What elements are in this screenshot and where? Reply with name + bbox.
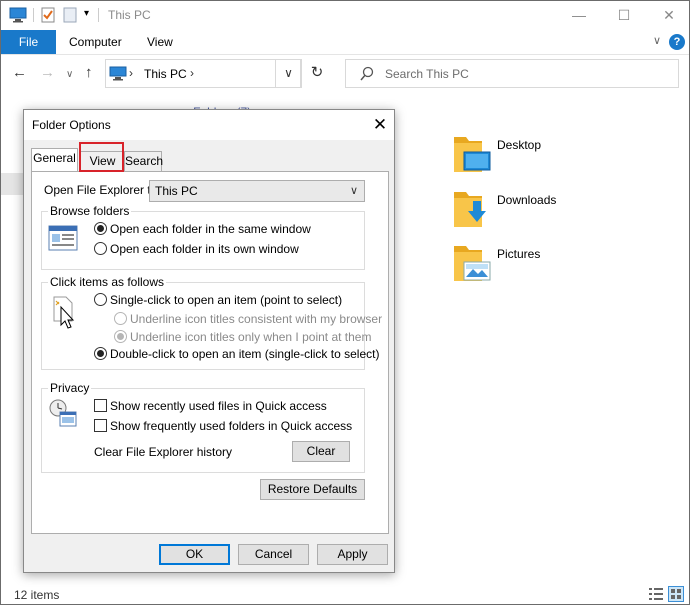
file-tab[interactable]: File [1,30,56,54]
navigation-pane-selected-item[interactable] [1,173,25,195]
open-explorer-to-value: This PC [155,184,198,198]
folder-downloads[interactable]: Downloads [452,187,682,231]
same-window-radio[interactable] [94,222,107,235]
quick-access-customize-icon[interactable]: ▾ [84,8,89,19]
restore-defaults-button[interactable]: Restore Defaults [260,479,365,500]
browse-folders-illustration-icon [48,225,78,251]
this-pc-icon [9,7,27,23]
own-window-label[interactable]: Open each folder in its own window [110,242,299,256]
click-items-title: Click items as follows [48,275,167,289]
search-box[interactable]: Search This PC [345,59,679,88]
address-chevron-icon[interactable]: › [190,66,194,80]
folder-desktop[interactable]: Desktop [452,132,682,176]
same-window-label[interactable]: Open each folder in the same window [110,222,311,236]
status-bar: 12 items [1,583,689,605]
large-icons-view-icon[interactable] [668,586,684,602]
chevron-down-icon: ∨ [349,185,358,197]
privacy-illustration-icon [49,399,77,427]
navigation-bar: ← → ∨ ↑ › This PC › ∨ ↻ Search This PC [1,55,689,92]
tab-computer[interactable]: Computer [69,30,122,54]
underline-point-label: Underline icon titles only when I point … [130,330,372,344]
single-click-radio[interactable] [94,293,107,306]
recent-files-label[interactable]: Show recently used files in Quick access [110,399,327,413]
view-tab-highlight-box [79,142,124,172]
window-title: This PC [108,8,151,22]
address-dropdown-icon[interactable]: ∨ [275,59,302,88]
address-text: This PC [144,67,187,81]
privacy-group: Privacy Show recently used files in Quic… [41,381,365,473]
tab-general[interactable]: General [31,148,78,171]
address-root-chevron-icon[interactable]: › [129,66,133,80]
tab-view[interactable]: View [147,30,173,54]
own-window-radio[interactable] [94,242,107,255]
folder-label: Downloads [497,193,557,207]
open-explorer-to-select[interactable]: This PC ∨ [149,180,365,202]
ok-button[interactable]: OK [159,544,230,565]
properties-icon[interactable] [41,7,55,23]
apply-button[interactable]: Apply [317,544,388,565]
underline-point-radio[interactable] [114,330,127,343]
folder-label: Desktop [497,138,542,152]
browse-folders-title: Browse folders [48,204,132,218]
frequent-folders-checkbox[interactable] [94,419,107,432]
underline-browser-label: Underline icon titles consistent with my… [130,312,383,326]
dialog-title: Folder Options [32,118,111,132]
clear-history-button[interactable]: Clear [292,441,350,462]
close-button[interactable]: ✕ [646,1,690,30]
browse-folders-group: Browse folders Open each folder in the s… [41,204,365,270]
help-icon[interactable]: ? [669,34,685,50]
double-click-radio[interactable] [94,347,107,360]
title-bar: ▾ This PC — ☐ ✕ [1,1,689,30]
folder-options-dialog: Folder Options ✕ General View Search Ope… [23,109,395,573]
frequent-folders-label[interactable]: Show frequently used folders in Quick ac… [110,419,352,433]
double-click-label[interactable]: Double-click to open an item (single-cli… [110,347,379,361]
details-view-icon[interactable] [648,586,664,602]
recent-locations-icon[interactable]: ∨ [66,67,73,83]
search-placeholder: Search This PC [385,67,469,81]
ribbon-tabs: File Computer View ∨ ? [1,30,689,54]
folder-label: Pictures [497,247,541,261]
quick-access-separator [33,8,34,22]
pictures-folder-icon [454,246,491,281]
downloads-folder-icon [454,192,486,227]
title-separator [98,8,99,22]
up-arrow-icon[interactable]: ↑ [85,65,93,81]
new-folder-icon[interactable] [63,7,77,23]
ribbon-expand-icon[interactable]: ∨ [653,34,661,47]
maximize-button[interactable]: ☐ [601,1,647,30]
single-click-label[interactable]: Single-click to open an item (point to s… [110,293,342,307]
tab-search[interactable]: Search [124,151,163,171]
forward-arrow-icon[interactable]: → [40,65,55,81]
back-arrow-icon[interactable]: ← [12,65,27,81]
refresh-icon[interactable]: ↻ [302,59,332,88]
dialog-title-bar: Folder Options ✕ [24,110,394,140]
folder-pictures[interactable]: Pictures [452,241,682,285]
general-tab-panel: Open File Explorer to: This PC ∨ Browse … [31,171,389,534]
click-items-group: Click items as follows Single-click to o… [41,275,382,370]
recent-files-checkbox[interactable] [94,399,107,412]
open-explorer-to-label: Open File Explorer to: [44,183,161,197]
clear-history-label: Clear File Explorer history [94,445,233,459]
pointer-illustration-icon [53,296,75,329]
cancel-button[interactable]: Cancel [238,544,309,565]
dialog-close-icon[interactable]: ✕ [368,112,392,138]
this-pc-icon [109,66,127,81]
address-bar[interactable]: › This PC › [105,59,301,88]
minimize-button[interactable]: — [556,1,602,30]
item-count: 12 items [14,588,60,602]
desktop-folder-icon [454,137,491,172]
underline-browser-radio[interactable] [114,312,127,325]
search-icon [360,66,374,81]
privacy-title: Privacy [48,381,92,395]
